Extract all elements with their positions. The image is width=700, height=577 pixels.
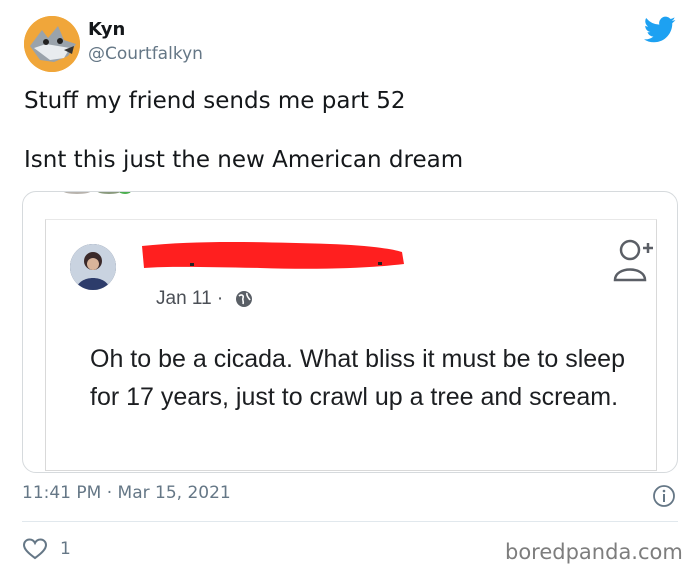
redacted-name <box>142 242 404 269</box>
post-text: Oh to be a cicada. What bliss it must be… <box>90 345 625 411</box>
poster-avatar <box>70 244 116 290</box>
author-handle[interactable]: @Courtfalkyn <box>88 44 203 64</box>
post-date-row: Jan 11 · <box>156 288 253 314</box>
post-date: Jan 11 <box>156 288 212 309</box>
watermark: boredpanda.com <box>505 540 683 564</box>
add-friend-icon <box>613 239 653 282</box>
tweet-header: Kyn @Courtfalkyn <box>24 16 684 76</box>
heart-icon[interactable] <box>22 537 48 561</box>
tweet-text-line-2: Isnt this just the new American dream <box>24 147 464 173</box>
info-icon[interactable] <box>652 484 676 508</box>
divider <box>22 521 678 522</box>
facebook-post-screenshot: Jan 11 · Oh to be a cicada. What bliss i… <box>45 219 657 471</box>
date-separator: · <box>216 288 224 309</box>
globe-icon <box>235 291 252 307</box>
twitter-bird-icon[interactable] <box>644 16 676 44</box>
tweet-timestamp[interactable]: 11:41 PM · Mar 15, 2021 <box>22 483 231 503</box>
profile-avatar[interactable] <box>24 16 80 72</box>
tweet-text-line-1: Stuff my friend sends me part 52 <box>24 88 406 114</box>
like-count: 1 <box>60 539 71 559</box>
cropped-image-edge <box>63 192 131 194</box>
author-name[interactable]: Kyn <box>88 19 125 40</box>
tweet-media[interactable]: Jan 11 · Oh to be a cicada. What bliss i… <box>22 191 678 473</box>
